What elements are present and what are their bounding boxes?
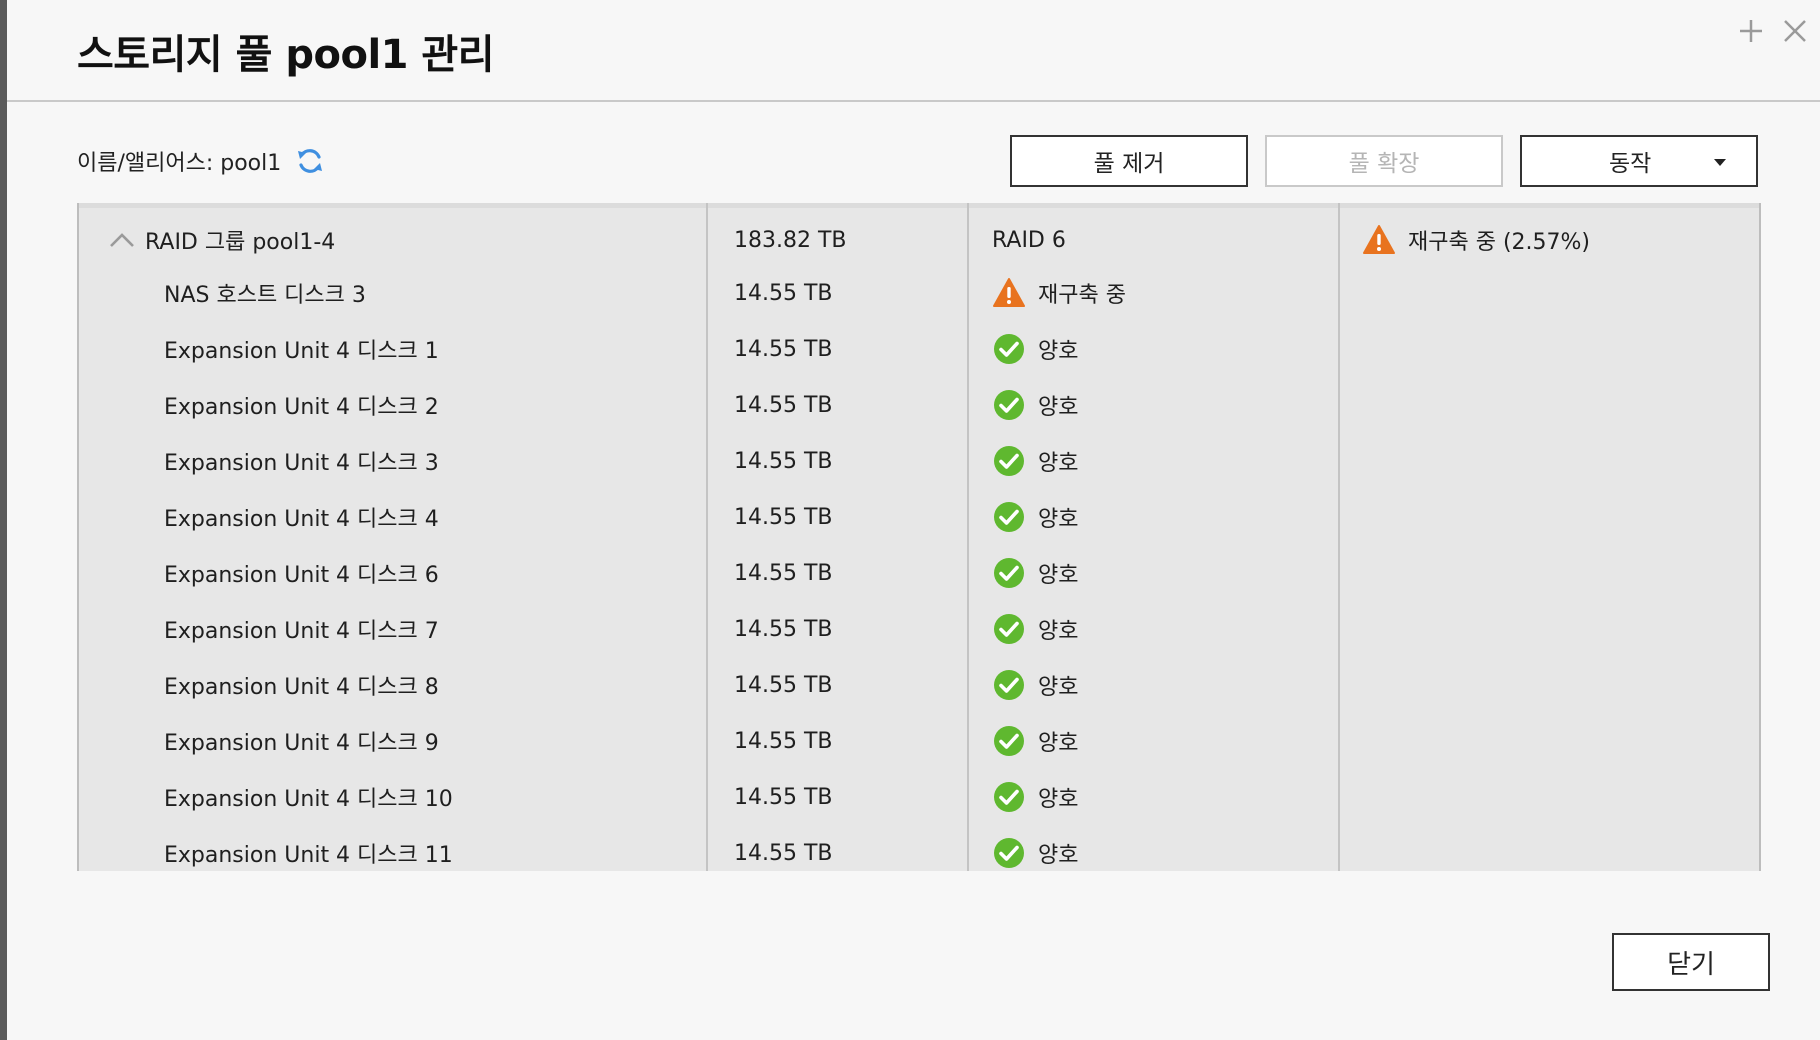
check-circle-icon bbox=[994, 558, 1024, 588]
disk-name: Expansion Unit 4 디스크 11 bbox=[164, 843, 453, 868]
disk-capacity: 14.55 TB bbox=[734, 280, 833, 306]
expand-pool-button: 풀 확장 bbox=[1265, 135, 1503, 187]
check-circle-icon bbox=[994, 390, 1024, 420]
check-circle-icon bbox=[994, 670, 1024, 700]
disk-name: Expansion Unit 4 디스크 7 bbox=[164, 619, 439, 644]
disk-status: 양호 bbox=[1038, 507, 1079, 532]
check-circle-icon bbox=[994, 782, 1024, 812]
raid-group-status: 재구축 중 (2.57%) bbox=[1408, 230, 1591, 255]
disk-name: Expansion Unit 4 디스크 9 bbox=[164, 731, 439, 756]
disk-status-cell: 양호 bbox=[992, 545, 1352, 601]
disk-status-cell: 양호 bbox=[992, 769, 1352, 825]
disk-row[interactable]: Expansion Unit 4 디스크 1 14.55 TB 양호 bbox=[79, 321, 1759, 377]
disk-status: 양호 bbox=[1038, 787, 1079, 812]
disk-capacity: 14.55 TB bbox=[734, 728, 833, 754]
disk-capacity: 14.55 TB bbox=[734, 784, 833, 810]
title-divider bbox=[7, 100, 1820, 102]
disk-name: Expansion Unit 4 디스크 4 bbox=[164, 507, 439, 532]
disk-capacity: 14.55 TB bbox=[734, 448, 833, 474]
remove-pool-button[interactable]: 풀 제거 bbox=[1010, 135, 1248, 187]
disk-status-cell: 양호 bbox=[992, 489, 1352, 545]
disk-name: Expansion Unit 4 디스크 3 bbox=[164, 451, 439, 476]
manage-pool-dialog: 스토리지 풀 pool1 관리 이름/앨리어스: pool1 풀 제거 풀 확장… bbox=[7, 0, 1820, 1040]
disk-row[interactable]: Expansion Unit 4 디스크 4 14.55 TB 양호 bbox=[79, 489, 1759, 545]
disk-capacity: 14.55 TB bbox=[734, 560, 833, 586]
disk-status-cell: 양호 bbox=[992, 825, 1352, 871]
action-label: 동작 bbox=[1609, 151, 1652, 177]
check-circle-icon bbox=[994, 838, 1024, 868]
disk-capacity: 14.55 TB bbox=[734, 392, 833, 418]
disk-name: Expansion Unit 4 디스크 1 bbox=[164, 339, 439, 364]
disk-status: 재구축 중 bbox=[1038, 283, 1126, 308]
disk-row[interactable]: Expansion Unit 4 디스크 10 14.55 TB 양호 bbox=[79, 769, 1759, 825]
close-button[interactable]: 닫기 bbox=[1612, 933, 1770, 991]
disk-row[interactable]: Expansion Unit 4 디스크 2 14.55 TB 양호 bbox=[79, 377, 1759, 433]
warning-triangle-icon bbox=[1363, 225, 1395, 254]
disk-status-cell: 재구축 중 bbox=[992, 265, 1352, 321]
check-circle-icon bbox=[994, 614, 1024, 644]
action-dropdown-button[interactable]: 동작 bbox=[1520, 135, 1758, 187]
disk-capacity: 14.55 TB bbox=[734, 336, 833, 362]
disk-name: Expansion Unit 4 디스크 6 bbox=[164, 563, 439, 588]
disk-status-cell: 양호 bbox=[992, 713, 1352, 769]
disk-status-cell: 양호 bbox=[992, 601, 1352, 657]
disk-capacity: 14.55 TB bbox=[734, 672, 833, 698]
check-circle-icon bbox=[994, 334, 1024, 364]
disk-row[interactable]: NAS 호스트 디스크 3 14.55 TB 재구축 중 bbox=[79, 265, 1759, 321]
disk-row[interactable]: Expansion Unit 4 디스크 6 14.55 TB 양호 bbox=[79, 545, 1759, 601]
disk-name: Expansion Unit 4 디스크 10 bbox=[164, 787, 453, 812]
disk-status-cell: 양호 bbox=[992, 657, 1352, 713]
raid-group-name-cell: RAID 그룹 pool1-4 bbox=[79, 212, 729, 268]
disk-row[interactable]: Expansion Unit 4 디스크 11 14.55 TB 양호 bbox=[79, 825, 1759, 871]
chevron-up-icon[interactable] bbox=[109, 232, 135, 248]
alias-label: 이름/앨리어스: pool1 bbox=[77, 151, 282, 176]
disk-status: 양호 bbox=[1038, 339, 1079, 364]
disk-row[interactable]: Expansion Unit 4 디스크 8 14.55 TB 양호 bbox=[79, 657, 1759, 713]
raid-group-table: RAID 그룹 pool1-4 183.82 TB RAID 6 재구축 중 (… bbox=[77, 203, 1761, 871]
disk-row[interactable]: Expansion Unit 4 디스크 3 14.55 TB 양호 bbox=[79, 433, 1759, 489]
close-icon[interactable] bbox=[1782, 14, 1808, 48]
disk-status: 양호 bbox=[1038, 675, 1079, 700]
disk-status: 양호 bbox=[1038, 451, 1079, 476]
table-top-border bbox=[79, 203, 1759, 208]
maximize-icon[interactable] bbox=[1738, 14, 1764, 48]
refresh-icon[interactable] bbox=[295, 146, 325, 176]
window-edge bbox=[0, 0, 7, 1040]
caret-down-icon bbox=[1714, 159, 1726, 166]
check-circle-icon bbox=[994, 502, 1024, 532]
alias-row: 이름/앨리어스: pool1 bbox=[77, 145, 325, 177]
disk-capacity: 14.55 TB bbox=[734, 504, 833, 530]
disk-status: 양호 bbox=[1038, 395, 1079, 420]
disk-row[interactable]: Expansion Unit 4 디스크 7 14.55 TB 양호 bbox=[79, 601, 1759, 657]
raid-group-name: RAID 그룹 pool1-4 bbox=[145, 230, 336, 255]
disk-status: 양호 bbox=[1038, 619, 1079, 644]
window-controls bbox=[1738, 14, 1808, 48]
raid-level: RAID 6 bbox=[992, 227, 1066, 253]
disk-capacity: 14.55 TB bbox=[734, 840, 833, 866]
disk-status: 양호 bbox=[1038, 843, 1079, 868]
disk-status-cell: 양호 bbox=[992, 377, 1352, 433]
raid-group-capacity: 183.82 TB bbox=[734, 227, 847, 253]
disk-status-cell: 양호 bbox=[992, 321, 1352, 377]
check-circle-icon bbox=[994, 446, 1024, 476]
disk-status: 양호 bbox=[1038, 563, 1079, 588]
raid-group-status-cell: 재구축 중 (2.57%) bbox=[1362, 212, 1742, 268]
raid-group-row[interactable]: RAID 그룹 pool1-4 183.82 TB RAID 6 재구축 중 (… bbox=[79, 212, 1759, 268]
disk-status-cell: 양호 bbox=[992, 433, 1352, 489]
disk-capacity: 14.55 TB bbox=[734, 616, 833, 642]
disk-name: NAS 호스트 디스크 3 bbox=[164, 283, 366, 308]
check-circle-icon bbox=[994, 726, 1024, 756]
disk-status: 양호 bbox=[1038, 731, 1079, 756]
disk-row[interactable]: Expansion Unit 4 디스크 9 14.55 TB 양호 bbox=[79, 713, 1759, 769]
disk-name: Expansion Unit 4 디스크 8 bbox=[164, 675, 439, 700]
dialog-title: 스토리지 풀 pool1 관리 bbox=[77, 32, 495, 78]
warning-triangle-icon bbox=[993, 278, 1025, 307]
disk-name: Expansion Unit 4 디스크 2 bbox=[164, 395, 439, 420]
